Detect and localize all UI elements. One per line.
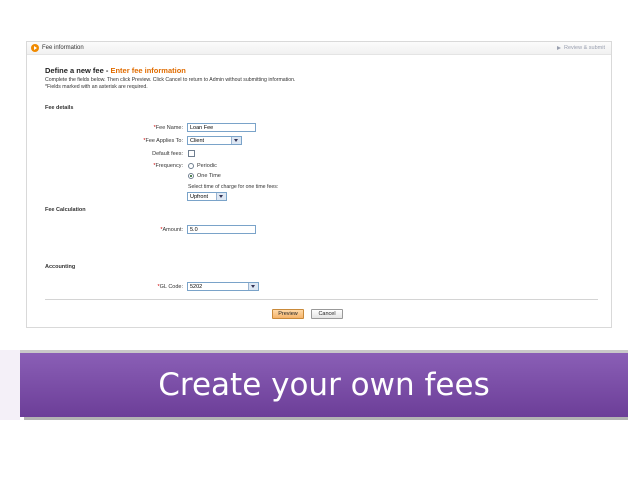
amount-label-text: Amount: [162, 227, 183, 233]
chevron-down-icon [248, 283, 258, 290]
panel-title: Fee information [42, 45, 84, 51]
page-heading: Define a new fee - Enter fee information [45, 66, 186, 75]
default-fees-label: Default fees: [152, 151, 183, 157]
next-step-indicator: Review & submit [557, 45, 605, 51]
slide-decoration [0, 350, 20, 420]
time-of-charge-value: Upfront [190, 194, 209, 200]
panel-header: Fee information Review & submit [27, 42, 611, 55]
next-step-label: Review & submit [564, 45, 605, 51]
heading-main: Define a new fee - [45, 66, 111, 75]
frequency-label: *Frequency: [153, 163, 183, 169]
amount-label: *Amount: [160, 227, 183, 233]
frequency-periodic-radio[interactable] [188, 163, 194, 169]
section-fee-details: Fee details [45, 105, 74, 111]
fee-information-panel: Fee information Review & submit Define a… [26, 41, 612, 328]
form-divider [45, 299, 598, 300]
time-of-charge-select[interactable]: Upfront [187, 192, 227, 201]
gl-code-value: 5202 [190, 284, 203, 290]
section-accounting: Accounting [45, 264, 76, 270]
chevron-down-icon [216, 193, 226, 200]
applies-to-label: *Fee Applies To: [143, 138, 183, 144]
chevron-down-icon [231, 137, 241, 144]
instructions-line-2: *Fields marked with an asterisk are requ… [45, 84, 148, 90]
banner-shadow [24, 417, 628, 420]
time-of-charge-hint: Select time of charge for one time fees: [188, 184, 279, 190]
frequency-one-time-radio[interactable] [188, 173, 194, 179]
arrow-right-icon [557, 45, 562, 50]
fee-name-input[interactable]: Loan Fee [187, 123, 256, 132]
cancel-button[interactable]: Cancel [311, 309, 343, 319]
applies-to-value: Client [190, 138, 205, 144]
heading-sub: Enter fee information [110, 66, 186, 75]
frequency-periodic-label: Periodic [197, 163, 217, 169]
default-fees-checkbox[interactable] [188, 150, 195, 157]
play-step-icon [31, 44, 39, 52]
gl-code-select[interactable]: 5202 [187, 282, 259, 291]
instructions-line-1: Complete the fields below. Then click Pr… [45, 77, 296, 83]
slide-banner: Create your own fees [20, 353, 628, 417]
fee-name-label-text: Fee Name: [155, 125, 183, 131]
instructions: Complete the fields below. Then click Pr… [45, 77, 295, 91]
preview-button[interactable]: Preview [272, 309, 304, 319]
banner-caption: Create your own fees [158, 367, 490, 403]
frequency-label-text: Frequency: [155, 163, 183, 169]
applies-to-label-text: Fee Applies To: [145, 138, 183, 144]
fee-name-label: *Fee Name: [154, 125, 183, 131]
gl-code-label: *GL Code: [158, 284, 183, 290]
section-fee-calculation: Fee Calculation [45, 207, 86, 213]
gl-code-label-text: GL Code: [159, 284, 183, 290]
frequency-one-time-label: One Time [197, 173, 221, 179]
applies-to-select[interactable]: Client [187, 136, 242, 145]
amount-input[interactable]: 5.0 [187, 225, 256, 234]
